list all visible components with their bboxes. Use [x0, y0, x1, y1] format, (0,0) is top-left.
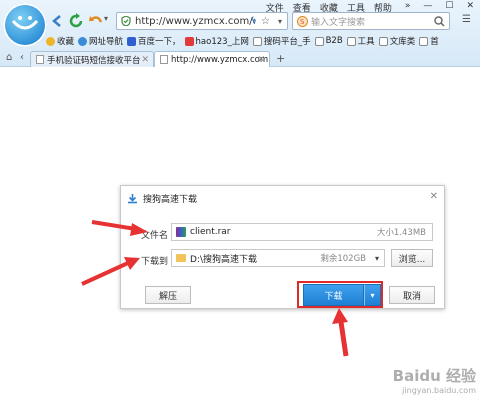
baidu-watermark: Baidu 经验 jingyan.baidu.com	[393, 365, 476, 395]
watermark-text: Baidu 经验	[392, 367, 476, 385]
arrow-to-filename	[91, 220, 148, 236]
arrow-to-download	[332, 308, 349, 357]
watermark-url: jingyan.baidu.com	[402, 386, 476, 395]
annotation-arrows	[81, 220, 349, 357]
arrow-to-save-path	[81, 257, 140, 286]
